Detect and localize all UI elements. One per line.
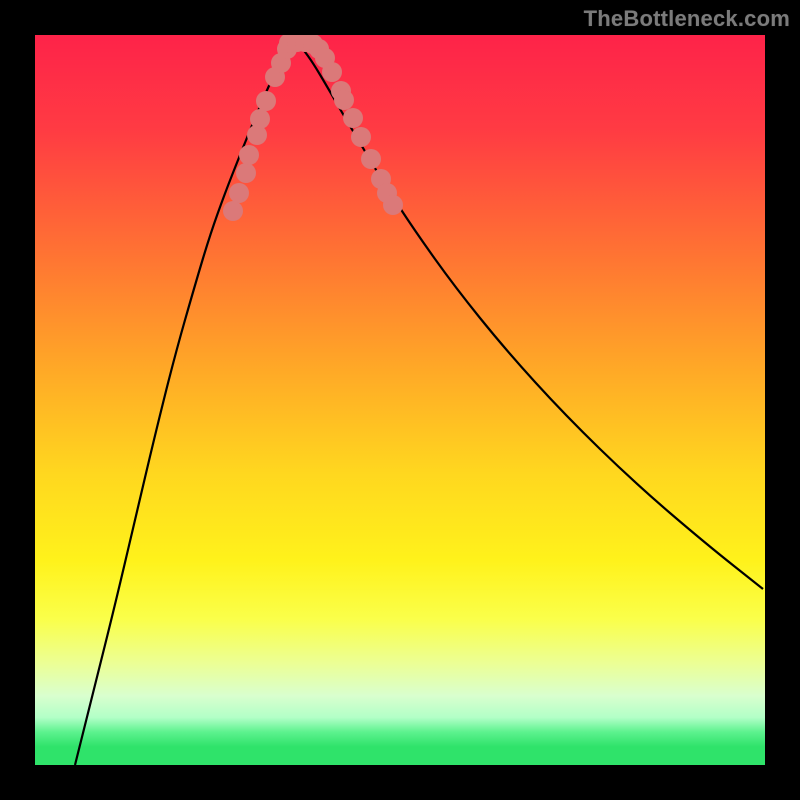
curve-layer [35,35,765,765]
plot-area [35,35,765,765]
sample-dot [343,108,363,128]
sample-dot [361,149,381,169]
outer-frame: TheBottleneck.com [0,0,800,800]
sample-dot [383,195,403,215]
sample-dot [351,127,371,147]
sample-dot [256,91,276,111]
sample-dot [334,90,354,110]
sample-dot [223,201,243,221]
watermark-text: TheBottleneck.com [584,6,790,32]
sample-dot [236,163,256,183]
sample-dot [322,62,342,82]
sample-dot [229,183,249,203]
sample-dot [239,145,259,165]
bottleneck-curve-left [75,41,295,765]
bottleneck-curve-right [295,41,763,589]
sample-dot [250,109,270,129]
